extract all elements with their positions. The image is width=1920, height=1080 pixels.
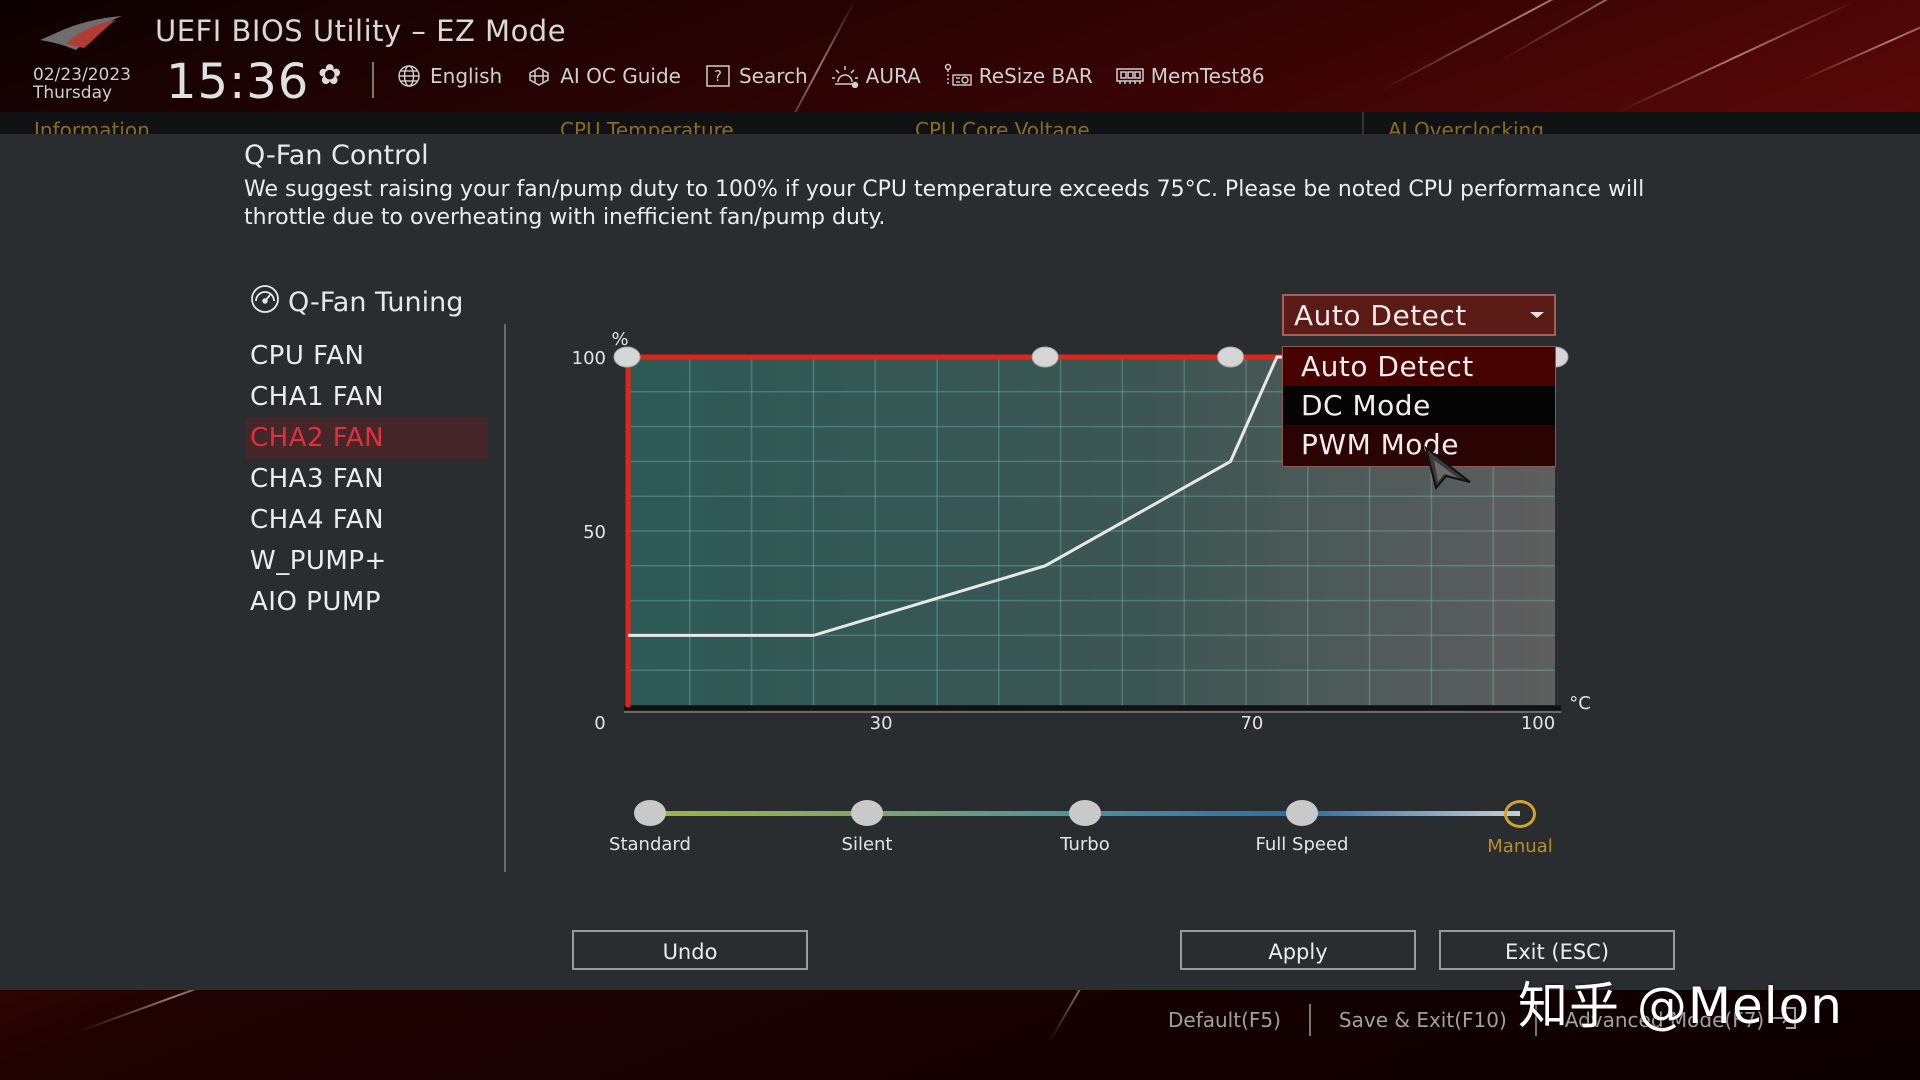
chevron-down-icon: [1530, 312, 1544, 318]
divider: [372, 62, 374, 98]
ai-chip-icon: [524, 64, 554, 88]
apply-button[interactable]: Apply: [1180, 930, 1416, 970]
curve-handle[interactable]: [613, 346, 641, 368]
preset-full-speed[interactable]: Full Speed: [1242, 790, 1362, 855]
fan-preset-slider: Standard Silent Turbo Full Speed Manual: [609, 790, 1580, 857]
y-tick-label: 50: [583, 522, 606, 543]
default-f5-button[interactable]: Default(F5): [1168, 1008, 1281, 1032]
preset-manual[interactable]: Manual: [1460, 790, 1580, 857]
toolbar: English AI OC Guide ? Search AURA ReSize…: [394, 63, 1265, 88]
preset-knob: [1069, 800, 1101, 826]
fan-list: CPU FAN CHA1 FAN CHA2 FAN CHA3 FAN CHA4 …: [246, 336, 488, 623]
preset-silent[interactable]: Silent: [807, 790, 927, 855]
preset-knob: [634, 800, 666, 826]
x-tick-label: 30: [870, 713, 893, 734]
tab-information[interactable]: Information: [34, 118, 150, 134]
aura-light-icon: [830, 64, 860, 88]
x-tick-label: 70: [1240, 713, 1263, 734]
page-title: Q-Fan Control: [244, 140, 429, 171]
menu-item-auto-detect[interactable]: Auto Detect: [1283, 347, 1555, 386]
divider: [1362, 112, 1364, 134]
fan-mode-menu: Auto Detect DC Mode PWM Mode: [1282, 346, 1556, 467]
tab-ai-overclocking[interactable]: AI Overclocking: [1388, 118, 1544, 134]
app-title: UEFI BIOS Utility – EZ Mode: [155, 14, 567, 48]
fan-item-cha1-fan[interactable]: CHA1 FAN: [246, 377, 488, 418]
globe-icon: [394, 64, 424, 88]
divider: [504, 324, 506, 872]
save-exit-button[interactable]: Save & Exit(F10): [1339, 1008, 1507, 1032]
fan-item-cha2-fan[interactable]: CHA2 FAN: [246, 418, 488, 459]
svg-text:?: ?: [714, 67, 722, 85]
qfan-description: We suggest raising your fan/pump duty to…: [244, 177, 1645, 230]
tab-cpu-core-voltage[interactable]: CPU Core Voltage: [915, 118, 1090, 134]
toolbar-label: ReSize BAR: [978, 64, 1093, 88]
preset-knob: [1286, 800, 1318, 826]
watermark: 知乎 @Melon: [1518, 977, 1843, 1035]
fan-item-w-pump[interactable]: W_PUMP+: [246, 541, 488, 582]
divider: [1308, 1004, 1311, 1036]
preset-knob: [851, 800, 883, 826]
toolbar-label: MemTest86: [1150, 64, 1265, 88]
x-axis-label: °C: [1569, 693, 1591, 714]
curve-handle[interactable]: [1217, 346, 1245, 368]
fan-item-cha4-fan[interactable]: CHA4 FAN: [246, 500, 488, 541]
preset-label: Standard: [609, 834, 691, 855]
qfan-tuning-label: Q-Fan Tuning: [288, 287, 464, 318]
toolbar-ai-oc-guide[interactable]: AI OC Guide: [524, 64, 681, 88]
exit-button[interactable]: Exit (ESC): [1439, 930, 1675, 970]
fan-item-cha3-fan[interactable]: CHA3 FAN: [246, 459, 488, 500]
x-tick-label: 0: [594, 713, 605, 734]
x-tick-label: 100: [1521, 713, 1555, 734]
preset-standard[interactable]: Standard: [590, 790, 710, 855]
question-box-icon: ?: [703, 64, 733, 88]
tab-cpu-temperature[interactable]: CPU Temperature: [560, 118, 734, 134]
menu-item-dc-mode[interactable]: DC Mode: [1283, 386, 1555, 425]
toolbar-search[interactable]: ? Search: [703, 64, 808, 88]
fan-mode-selected: Auto Detect: [1294, 298, 1467, 332]
time-display: 15:36: [166, 54, 310, 110]
menu-item-pwm-mode[interactable]: PWM Mode: [1283, 425, 1555, 466]
memory-icon: [1115, 64, 1145, 88]
toolbar-label: AI OC Guide: [560, 64, 681, 88]
fan-mode-dropdown[interactable]: Auto Detect: [1282, 294, 1556, 336]
gauge-icon: [248, 284, 282, 321]
toolbar-memtest86[interactable]: MemTest86: [1115, 64, 1265, 88]
settings-gear-icon[interactable]: ✿: [318, 58, 341, 91]
mouse-cursor-icon: [1424, 446, 1471, 490]
preset-label: Turbo: [1060, 834, 1110, 855]
weekday: Thursday: [33, 83, 113, 103]
fan-item-aio-pump[interactable]: AIO PUMP: [246, 582, 488, 623]
preset-label: Silent: [841, 834, 893, 855]
toolbar-resize-bar[interactable]: ReSize BAR: [943, 63, 1093, 88]
resize-bar-icon: [943, 63, 973, 88]
undo-button[interactable]: Undo: [572, 930, 808, 970]
toolbar-aura[interactable]: AURA: [830, 64, 921, 88]
toolbar-label: English: [430, 64, 503, 88]
curve-handle[interactable]: [1031, 346, 1059, 368]
preset-knob-selected: [1504, 800, 1536, 828]
toolbar-language[interactable]: English: [394, 64, 502, 88]
fan-item-cpu-fan[interactable]: CPU FAN: [246, 336, 488, 377]
qfan-tuning-heading: Q-Fan Tuning: [248, 284, 463, 321]
toolbar-label: AURA: [865, 64, 921, 88]
preset-turbo[interactable]: Turbo: [1025, 790, 1145, 855]
preset-label: Manual: [1487, 836, 1553, 857]
y-tick-label: 100: [572, 348, 606, 369]
date: 02/23/2023: [33, 65, 131, 85]
header: UEFI BIOS Utility – EZ Mode 02/23/2023 T…: [0, 0, 1920, 112]
toolbar-label: Search: [738, 64, 808, 88]
date-display: 02/23/2023 Thursday: [33, 66, 131, 102]
rog-logo-icon: [40, 16, 122, 50]
preset-label: Full Speed: [1255, 834, 1349, 855]
